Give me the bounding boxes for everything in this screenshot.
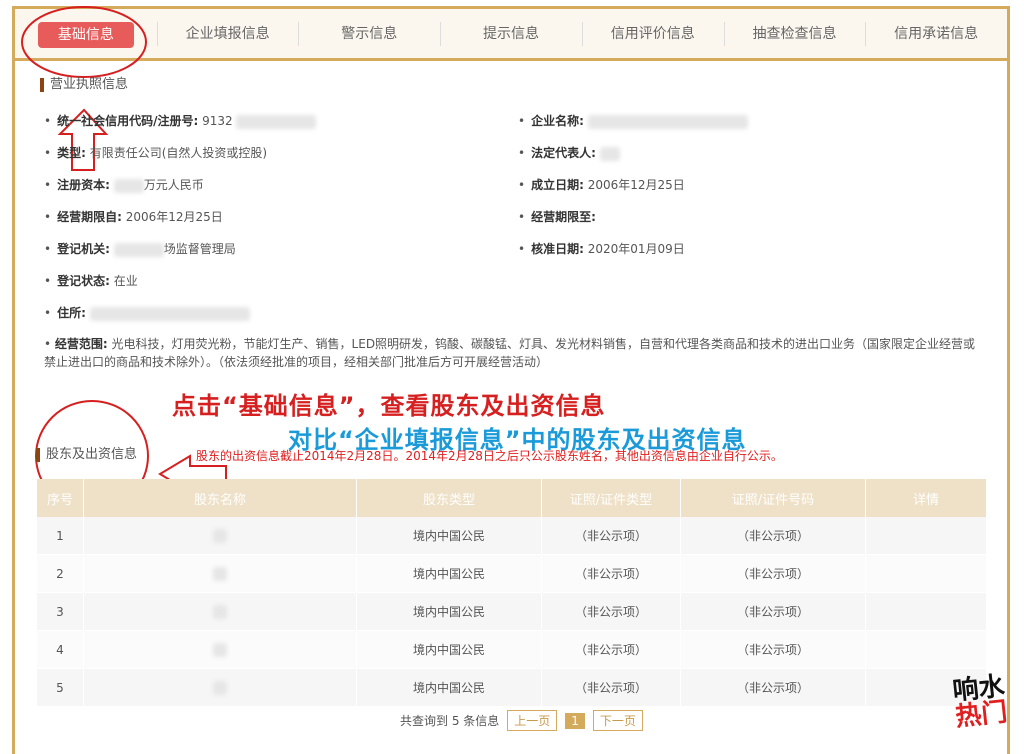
field-company-name: 企业名称:: [518, 112, 748, 129]
field-authority: 登记机关: 场监督管理局: [44, 240, 236, 257]
tab-credit-commitment[interactable]: 信用承诺信息: [865, 21, 1007, 46]
field-type: 类型: 有限责任公司(自然人投资或控股): [44, 144, 267, 161]
annotation-click-basic: 点击“基础信息”，查看股东及出资信息: [172, 392, 606, 420]
field-address: 住所:: [44, 304, 250, 321]
table-row: 1 境内中国公民 （非公示项） （非公示项）: [37, 517, 987, 555]
tab-company-report[interactable]: 企业填报信息: [156, 21, 299, 46]
field-legal-rep: 法定代表人:: [518, 144, 620, 161]
tab-credit-rating[interactable]: 信用评价信息: [581, 21, 724, 46]
section-title-license: 营业执照信息: [40, 78, 128, 92]
table-row: 4 境内中国公民 （非公示项） （非公示项）: [37, 630, 987, 669]
tab-inspection[interactable]: 抽查检查信息: [723, 21, 866, 46]
field-term-to: 经营期限至:: [518, 208, 596, 225]
section-title-shareholders: 股东及出资信息: [36, 448, 137, 462]
col-index: 序号: [37, 479, 84, 517]
col-detail: 详情: [865, 479, 987, 517]
watermark-logo: 响水 热门: [951, 671, 1009, 733]
tab-basic-info[interactable]: 基础信息: [15, 21, 157, 48]
tab-warning[interactable]: 警示信息: [298, 21, 440, 46]
pagination: 共查询到 5 条信息 上一页 1 下一页: [400, 710, 643, 731]
prev-page-button[interactable]: 上一页: [507, 710, 558, 731]
pager-summary: 共查询到 5 条信息: [400, 714, 500, 728]
field-founded: 成立日期: 2006年12月25日: [518, 176, 685, 193]
next-page-button[interactable]: 下一页: [592, 710, 643, 731]
field-capital: 注册资本: 万元人民币: [44, 176, 204, 193]
field-credit-code: 统一社会信用代码/注册号: 9132: [44, 112, 317, 129]
current-page[interactable]: 1: [565, 712, 585, 729]
shareholder-table: 序号 股东名称 股东类型 证照/证件类型 证照/证件号码 详情 1 境内中国公民…: [37, 479, 987, 707]
tab-notice[interactable]: 提示信息: [440, 21, 582, 46]
field-approval-date: 核准日期: 2020年01月09日: [518, 240, 685, 257]
col-type: 股东类型: [356, 479, 542, 517]
field-term-from: 经营期限自: 2006年12月25日: [44, 208, 223, 225]
field-status: 登记状态: 在业: [44, 272, 138, 289]
table-row: 5 境内中国公民 （非公示项） （非公示项）: [37, 668, 987, 707]
table-row: 3 境内中国公民 （非公示项） （非公示项）: [37, 592, 987, 631]
col-id-type: 证照/证件类型: [541, 479, 681, 517]
col-id-number: 证照/证件号码: [680, 479, 866, 517]
shareholder-notice: 股东的出资信息截止2014年2月28日。2014年2月28日之后只公示股东姓名，…: [196, 449, 783, 463]
col-name: 股东名称: [83, 479, 357, 517]
tab-bar: 基础信息 企业填报信息 警示信息 提示信息 信用评价信息 抽查检查信息 信用承诺…: [15, 9, 1007, 61]
field-business-scope: • 经营范围: 光电科技，灯用荧光粉，节能灯生产、销售，LED照明研发，钨酸、碳…: [44, 337, 976, 369]
table-row: 2 境内中国公民 （非公示项） （非公示项）: [37, 554, 987, 593]
